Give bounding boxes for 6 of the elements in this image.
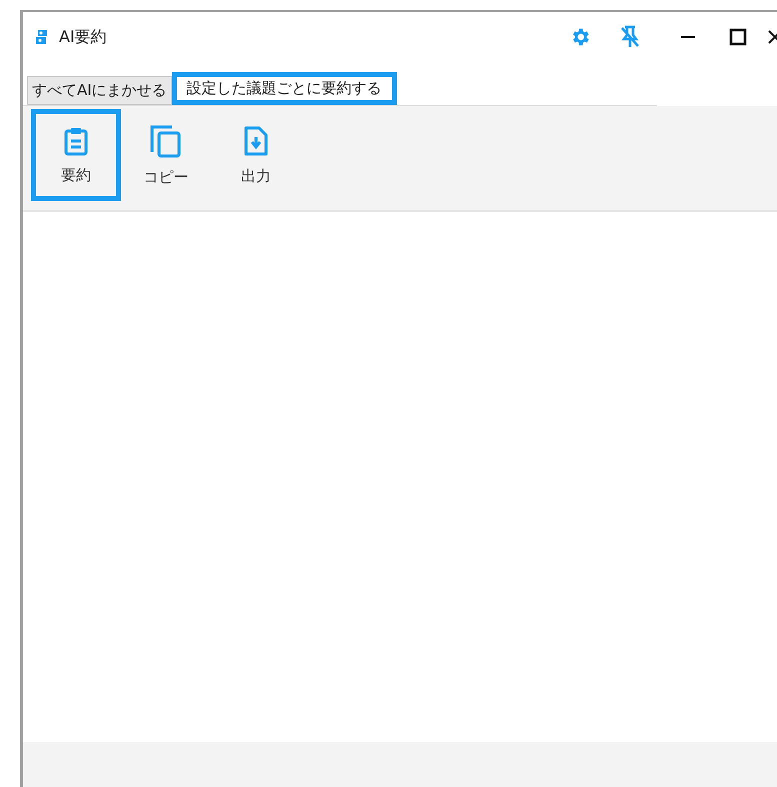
toolbar-button[interactable]: 出力 xyxy=(211,109,301,201)
tab[interactable]: すべてAIにまかせる xyxy=(27,76,172,105)
tab[interactable]: 設定した議題ごとに要約する xyxy=(172,72,397,105)
toolbar-button[interactable]: 要約 xyxy=(31,109,121,201)
toolbar-button[interactable]: コピー xyxy=(121,109,211,201)
window-title: AI要約 xyxy=(59,26,107,48)
